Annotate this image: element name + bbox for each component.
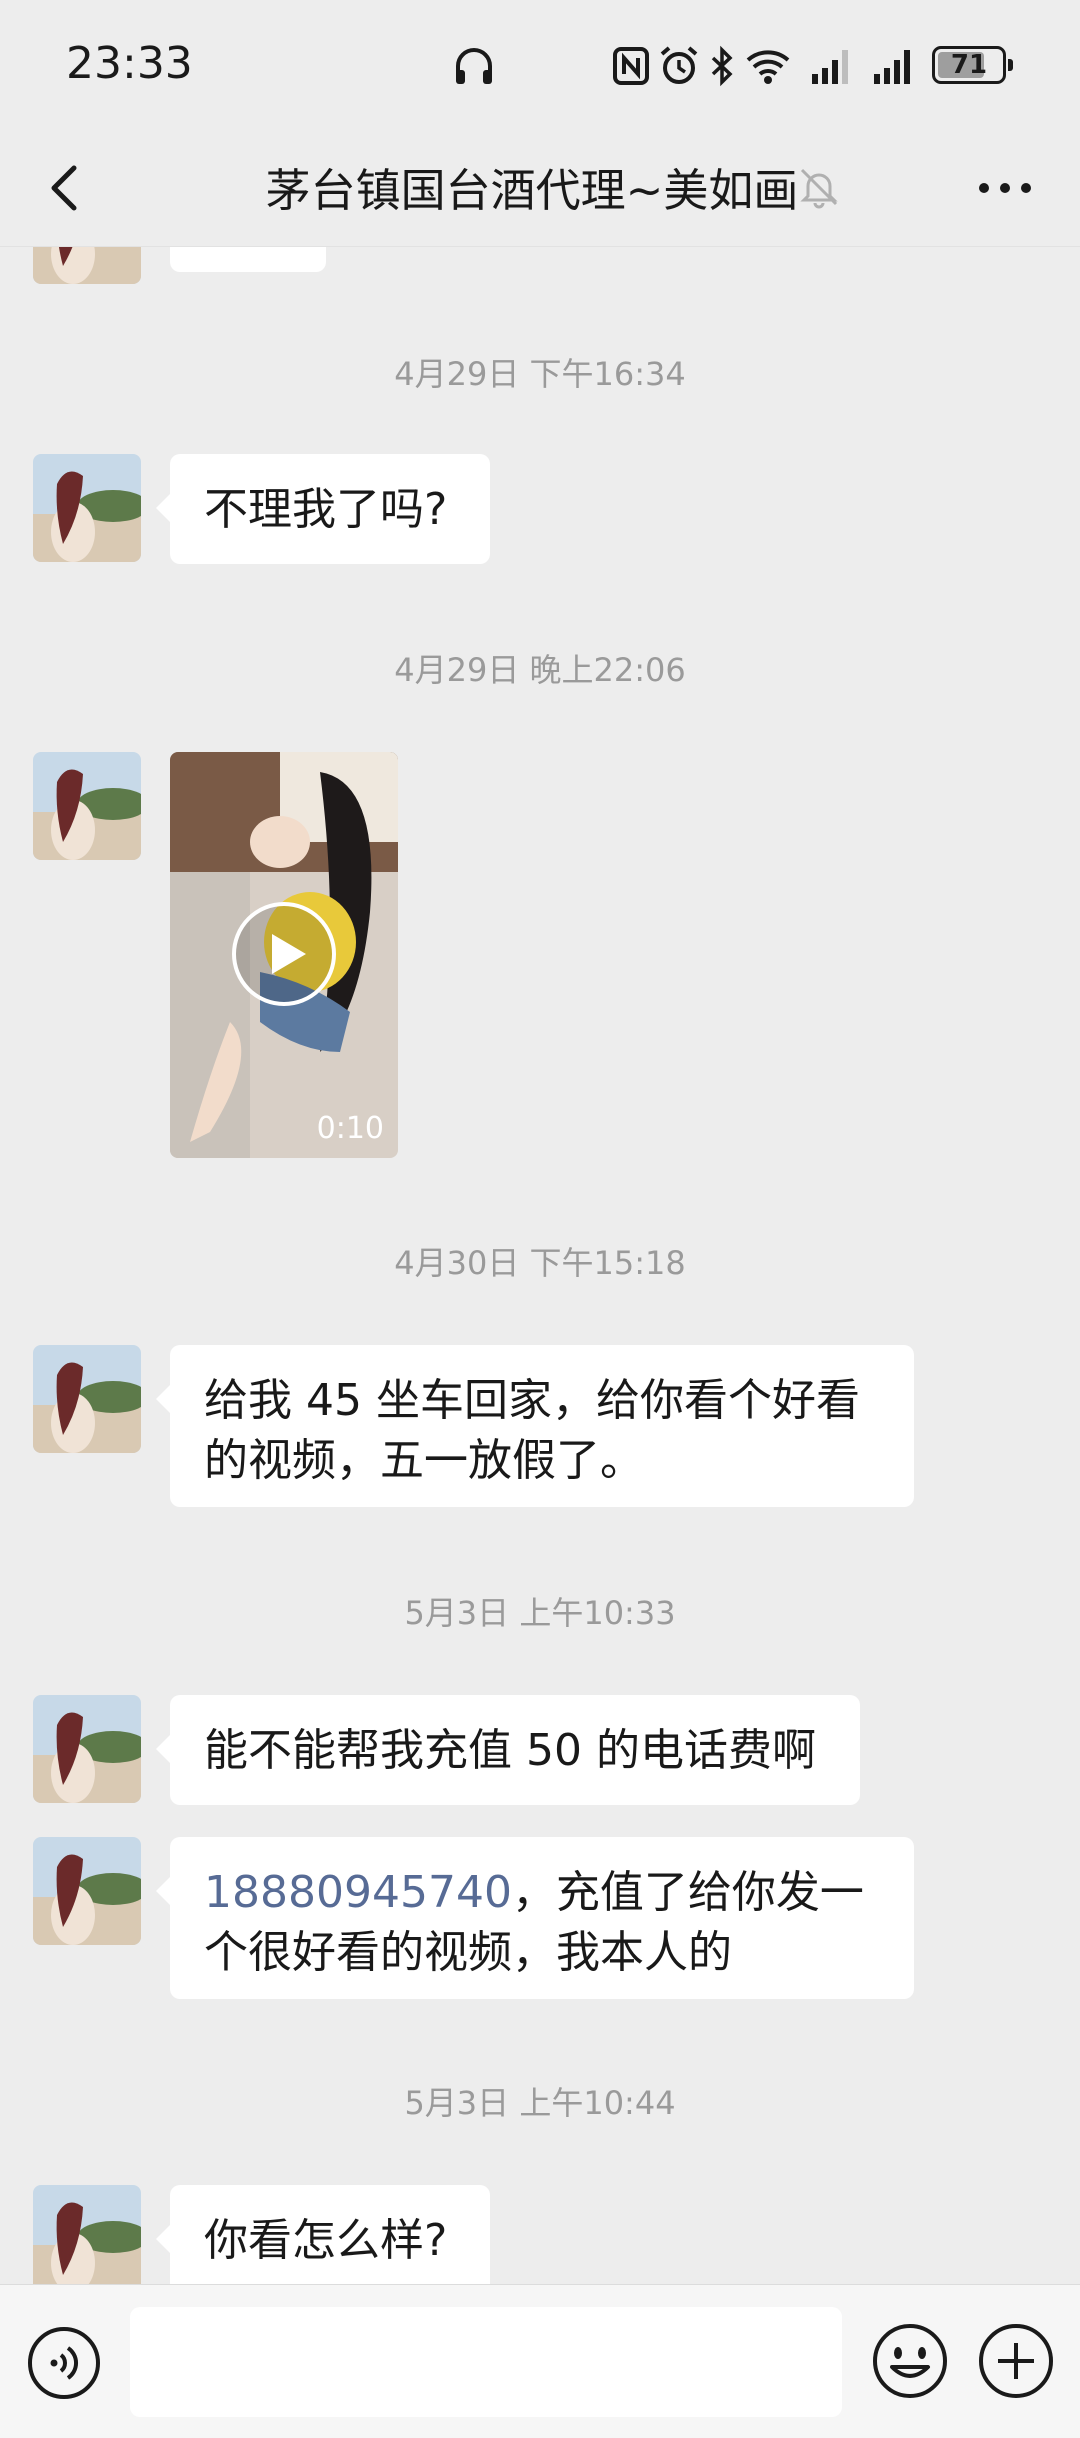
alarm-icon (660, 46, 698, 84)
plus-icon[interactable] (976, 2321, 1056, 2401)
input-bar (0, 2284, 1080, 2438)
emoji-icon[interactable] (870, 2321, 950, 2401)
play-icon[interactable] (230, 900, 338, 1008)
message-text: ，充值了给你发一 (511, 1867, 864, 1918)
signal-icon (874, 50, 910, 84)
message-timestamp: 4月29日 晚上22:06 (394, 651, 686, 689)
phone-number-link[interactable]: 18880945740 (204, 1867, 512, 1918)
chat-title-wrapper: 茅台镇国台酒代理~美如画 (0, 154, 1080, 219)
video-message[interactable]: 0:10 (170, 752, 398, 1158)
contact-avatar[interactable] (33, 1695, 141, 1803)
headphones-icon (456, 48, 492, 84)
contact-avatar[interactable] (33, 752, 141, 860)
contact-avatar[interactable] (33, 2185, 141, 2284)
message-bubble[interactable]: 不理我了吗? (156, 454, 490, 564)
voice-icon[interactable] (26, 2325, 102, 2401)
status-bar: 23:33 71 (0, 0, 1080, 130)
message-timestamp: 5月3日 上午10:33 (404, 1594, 676, 1632)
message-list[interactable]: 4月29日 下午16:34 不理我了吗? 4月29日 晚上22:06 0:10 … (0, 246, 1080, 2284)
signal-icon (812, 50, 848, 84)
message-timestamp: 5月3日 上午10:44 (404, 2084, 676, 2122)
message-timestamp: 4月29日 下午16:34 (394, 355, 686, 393)
chat-screen: 23:33 71 茅台镇国台酒代理~美如画 4月29日 下午16:34 不理我了… (0, 0, 1080, 2438)
message-bubble[interactable]: 能不能帮我充值 50 的电话费啊 (156, 1695, 860, 1805)
message-text-line: 给我 45 坐车回家，给你看个好看 (204, 1375, 860, 1426)
message-text: 你看怎么样? (204, 2215, 448, 2266)
contact-avatar[interactable] (33, 454, 141, 562)
more-dots-icon[interactable] (970, 156, 1040, 220)
message-text-line: 个很好看的视频，我本人的 (204, 1927, 732, 1978)
message-text: 不理我了吗? (204, 484, 448, 535)
message-timestamp: 4月30日 下午15:18 (394, 1244, 686, 1282)
battery-icon: 71 (932, 46, 1013, 84)
contact-avatar[interactable] (33, 1345, 141, 1453)
message-bubble[interactable]: 你看怎么样? (156, 2185, 490, 2284)
wifi-icon (746, 50, 790, 84)
video-duration: 0:10 (316, 1111, 384, 1146)
message-input[interactable] (130, 2307, 842, 2417)
message-bubble[interactable]: 18880945740，充值了给你发一 个很好看的视频，我本人的 (156, 1837, 914, 1999)
contact-avatar[interactable] (33, 1837, 141, 1945)
status-time: 23:33 (66, 38, 193, 89)
nfc-icon (613, 47, 649, 85)
contact-avatar[interactable] (33, 246, 141, 284)
bluetooth-icon (711, 45, 733, 87)
battery-level: 71 (950, 50, 988, 80)
chat-title: 茅台镇国台酒代理~美如画 (265, 164, 799, 217)
mute-bell-icon (800, 168, 838, 209)
message-text-line: 的视频，五一放假了。 (204, 1435, 644, 1486)
message-bubble-partial[interactable] (170, 246, 326, 272)
message-bubble[interactable]: 给我 45 坐车回家，给你看个好看 的视频，五一放假了。 (156, 1345, 914, 1507)
message-text: 能不能帮我充值 50 的电话费啊 (204, 1725, 816, 1776)
chat-header: 茅台镇国台酒代理~美如画 (0, 130, 1080, 247)
